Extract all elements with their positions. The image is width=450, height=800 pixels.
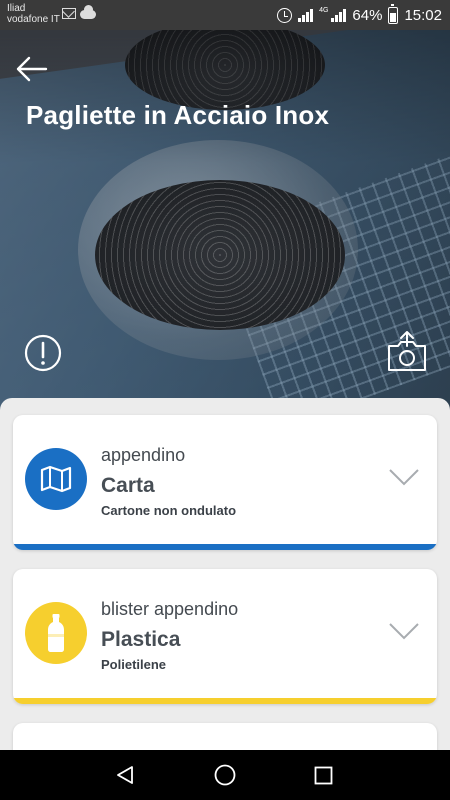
component-card-plastica[interactable]: blister appendino Plastica Polietilene xyxy=(13,569,437,704)
component-name: appendino xyxy=(101,445,186,465)
nav-recents-button[interactable] xyxy=(314,766,333,785)
material-name: Plastica xyxy=(101,628,181,651)
chevron-down-icon xyxy=(389,469,419,486)
camera-upload-icon xyxy=(388,331,426,371)
exclamation-circle-icon xyxy=(24,334,62,372)
chevron-down-icon xyxy=(389,623,419,640)
photo-overlay xyxy=(0,30,450,410)
material-color-bar xyxy=(13,698,437,704)
expand-button[interactable] xyxy=(388,621,420,641)
signal-icon xyxy=(298,8,314,22)
arrow-left-icon xyxy=(16,56,48,82)
carrier-name-1: Iliad xyxy=(7,3,26,14)
signal-icon-2 xyxy=(331,8,347,22)
share-photo-button[interactable] xyxy=(386,330,428,372)
network-type: 4G xyxy=(319,7,329,14)
circle-home-icon xyxy=(214,764,236,786)
expand-button[interactable] xyxy=(388,467,420,487)
component-card-partial[interactable] xyxy=(13,723,437,750)
mail-icon xyxy=(62,8,76,19)
battery-percent: 64% xyxy=(352,6,383,24)
map-icon xyxy=(40,465,72,493)
square-recents-icon xyxy=(314,766,333,785)
alarm-icon xyxy=(277,7,293,23)
status-bar: Iliad vodafone IT 4G 64% 15:02 xyxy=(0,0,450,30)
material-badge-carta xyxy=(25,448,87,510)
material-subtype: Polietilene xyxy=(101,657,167,672)
bottle-icon xyxy=(48,614,64,652)
back-button[interactable] xyxy=(14,54,50,84)
report-button[interactable] xyxy=(24,334,62,372)
component-name: blister appendino xyxy=(101,599,239,619)
product-photo: Pagliette in Acciaio Inox xyxy=(0,30,450,410)
nav-home-button[interactable] xyxy=(214,764,236,786)
nav-back-button[interactable] xyxy=(115,765,135,785)
status-right: 4G 64% 15:02 xyxy=(277,0,442,30)
notification-icons xyxy=(62,5,96,19)
material-name: Carta xyxy=(101,474,155,497)
material-badge-plastica xyxy=(25,602,87,664)
page-title: Pagliette in Acciaio Inox xyxy=(26,100,330,130)
material-subtype: Cartone non ondulato xyxy=(101,503,237,518)
component-card-carta[interactable]: appendino Carta Cartone non ondulato xyxy=(13,415,437,550)
cloud-icon xyxy=(80,5,96,19)
disposal-sheet[interactable]: appendino Carta Cartone non ondulato bli… xyxy=(0,398,450,750)
material-color-bar xyxy=(13,544,437,550)
carrier-name-2: vodafone IT xyxy=(7,14,60,25)
clock: 15:02 xyxy=(404,6,442,24)
triangle-back-icon xyxy=(117,766,133,784)
carrier-info: Iliad vodafone IT xyxy=(7,3,60,25)
battery-icon xyxy=(388,3,399,24)
system-navigation-bar xyxy=(0,750,450,800)
